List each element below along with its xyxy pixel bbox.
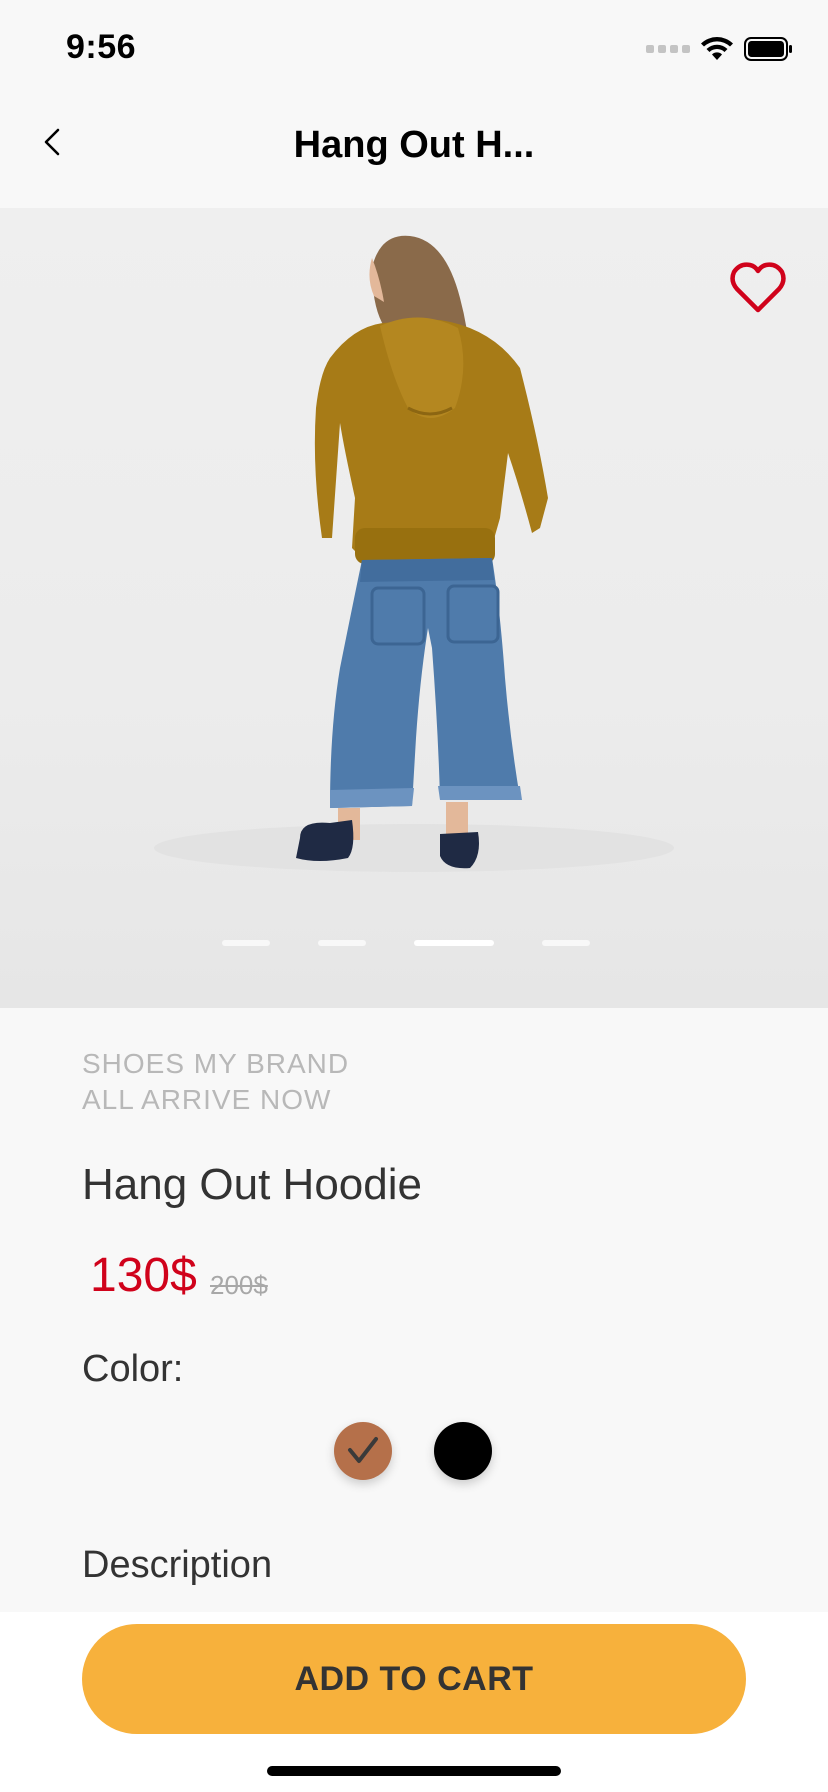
status-time: 9:56 [66,28,137,66]
product-image-gallery[interactable] [0,208,828,1008]
chevron-left-icon [44,128,60,156]
original-price: 200$ [210,1270,268,1300]
wifi-icon [701,37,733,60]
navigation-bar: Hang Out H... [0,96,828,208]
cellular-signal-icon [646,45,690,53]
page-title: Hang Out H... [293,124,535,166]
page-dot[interactable] [222,940,270,946]
page-dot-active[interactable] [414,940,494,946]
battery-icon [744,37,792,61]
heart-icon [730,262,786,313]
color-swatch-brown[interactable] [334,1422,392,1480]
product-name: Hang Out Hoodie [82,1160,422,1209]
status-icons [646,34,794,64]
color-swatch-black[interactable] [434,1422,492,1480]
status-bar: 9:56 [0,0,828,96]
brand-label: SHOES MY BRAND [82,1048,350,1079]
image-page-indicator [222,940,590,946]
product-image [154,235,674,872]
back-button[interactable] [28,118,76,166]
add-to-cart-button[interactable]: ADD TO CART [82,1624,746,1734]
checkmark-icon [348,1437,378,1463]
favorite-button[interactable] [728,258,788,318]
page-dot[interactable] [318,940,366,946]
sale-price: 130$ [90,1249,197,1302]
bottom-action-bar: ADD TO CART [0,1612,828,1792]
color-label: Color: [82,1348,184,1390]
home-indicator[interactable] [267,1766,561,1776]
description-heading[interactable]: Description [82,1544,272,1587]
arrival-label: ALL ARRIVE NOW [82,1084,332,1115]
page-dot[interactable] [542,940,590,946]
